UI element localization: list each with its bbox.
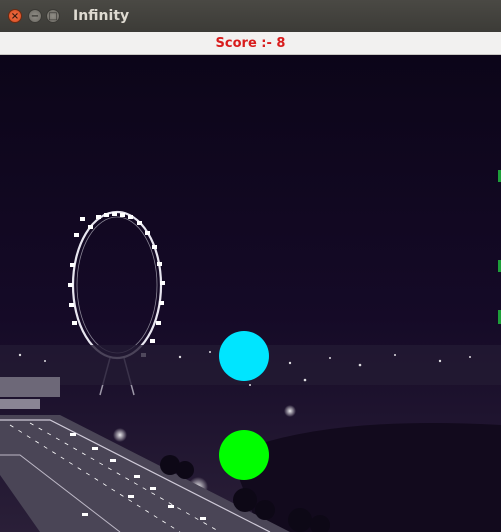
cyan-ball[interactable] (219, 331, 269, 381)
score-bar: Score :- 8 (0, 32, 501, 55)
minimize-icon[interactable]: − (28, 9, 42, 23)
close-icon[interactable]: × (8, 9, 22, 23)
window-title: Infinity (73, 8, 130, 24)
title-bar: × − □ Infinity (0, 0, 501, 32)
green-ball[interactable] (219, 430, 269, 480)
score-label: Score :- 8 (215, 36, 286, 51)
maximize-icon[interactable]: □ (46, 9, 60, 23)
